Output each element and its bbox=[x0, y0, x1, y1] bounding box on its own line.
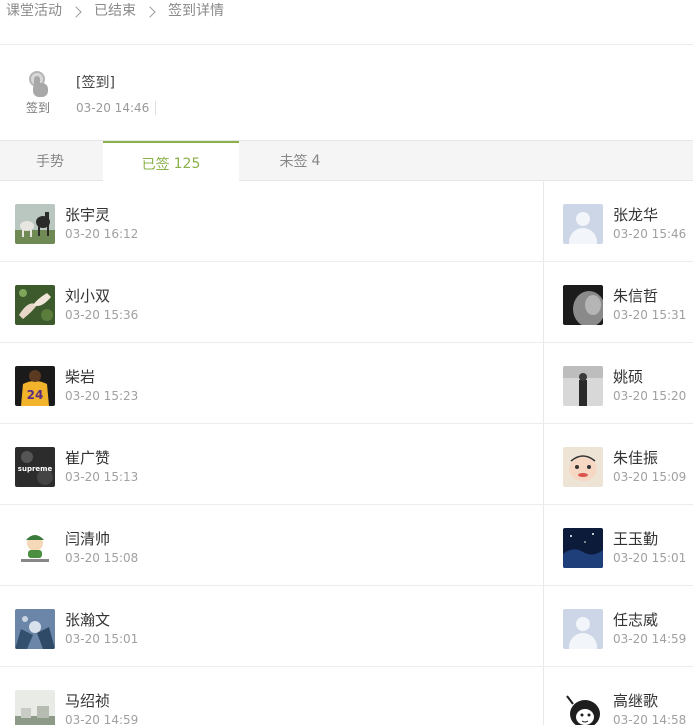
checkin-time: 03-20 14:59 bbox=[613, 632, 687, 646]
avatar bbox=[15, 609, 55, 649]
avatar bbox=[563, 528, 603, 568]
table-row: 张宇灵 03-20 16:12 张龙华 03-20 15:46 bbox=[0, 181, 693, 262]
student-name: 任志威 bbox=[613, 611, 659, 629]
tab-bar: 手势 已签 125 未签 4 bbox=[0, 141, 693, 182]
student-name: 崔广赞 bbox=[65, 449, 111, 467]
checkin-time: 03-20 15:31 bbox=[613, 308, 687, 322]
student-name: 朱佳振 bbox=[613, 449, 659, 467]
avatar: 24 bbox=[15, 366, 55, 406]
activity-time: 03-20 14:46 bbox=[76, 101, 157, 115]
avatar bbox=[15, 528, 55, 568]
tab-gesture[interactable]: 手势 bbox=[0, 141, 100, 181]
default-avatar-icon bbox=[563, 204, 603, 244]
tab-signed-count: 125 bbox=[173, 155, 201, 172]
tap-hand-icon bbox=[28, 71, 50, 97]
student-name: 闫清帅 bbox=[65, 530, 111, 548]
chevron-right-icon bbox=[70, 6, 82, 18]
tab-signed-label: 已签 bbox=[141, 156, 170, 173]
checkin-time: 03-20 15:36 bbox=[65, 308, 139, 322]
avatar bbox=[15, 690, 55, 725]
checkin-time: 03-20 15:08 bbox=[65, 551, 139, 565]
table-row: 马绍祯 03-20 14:59 高继歌 03-20 14:58 bbox=[0, 667, 693, 725]
breadcrumb-classroom-activity[interactable]: 课堂活动 bbox=[6, 2, 62, 20]
signed-student-list: 张宇灵 03-20 16:12 张龙华 03-20 15:46 刘小双 03-20 15:… bbox=[0, 181, 693, 725]
tab-unsigned-count: 4 bbox=[311, 153, 321, 169]
student-name: 王玉勤 bbox=[613, 530, 659, 548]
avatar: supreme bbox=[15, 447, 55, 487]
student-name: 马绍祯 bbox=[65, 692, 111, 710]
avatar bbox=[563, 285, 603, 325]
activity-title: [签到] bbox=[76, 75, 115, 91]
table-row: supreme 崔广赞 03-20 15:13 朱佳振 03-20 15:09 bbox=[0, 424, 693, 505]
table-row: 24 柴岩 03-20 15:23 姚硕 03-20 15:20 bbox=[0, 343, 693, 424]
checkin-time: 03-20 15:01 bbox=[613, 551, 687, 565]
default-avatar-icon bbox=[563, 609, 603, 649]
checkin-time: 03-20 14:58 bbox=[613, 713, 687, 725]
checkin-time: 03-20 15:46 bbox=[613, 227, 687, 241]
activity-type-label: 签到 bbox=[25, 101, 50, 115]
checkin-time: 03-20 15:23 bbox=[65, 389, 139, 403]
checkin-time: 03-20 15:20 bbox=[613, 389, 687, 403]
breadcrumb: 课堂活动 已结束 签到详情 bbox=[0, 0, 693, 45]
checkin-time: 03-20 15:13 bbox=[65, 470, 139, 484]
avatar bbox=[563, 366, 603, 406]
student-name: 姚硕 bbox=[613, 368, 644, 386]
avatar bbox=[563, 690, 603, 725]
tab-unsigned[interactable]: 未签 4 bbox=[239, 141, 361, 181]
chevron-right-icon bbox=[144, 6, 156, 18]
table-row: 张瀚文 03-20 15:01 任志威 03-20 14:59 bbox=[0, 586, 693, 667]
svg-text:supreme: supreme bbox=[18, 465, 53, 473]
breadcrumb-checkin-detail: 签到详情 bbox=[168, 3, 224, 19]
activity-header: 签到 [签到] 03-20 14:46 bbox=[0, 45, 693, 141]
tab-signed[interactable]: 已签 125 bbox=[103, 141, 239, 182]
checkin-time: 03-20 15:09 bbox=[613, 470, 687, 484]
student-name: 张龙华 bbox=[613, 206, 659, 224]
checkin-time: 03-20 14:59 bbox=[65, 713, 139, 725]
breadcrumb-ended[interactable]: 已结束 bbox=[94, 2, 136, 20]
avatar bbox=[15, 204, 55, 244]
student-name: 朱信哲 bbox=[613, 287, 659, 305]
student-name: 张宇灵 bbox=[65, 206, 111, 224]
avatar bbox=[15, 285, 55, 325]
student-name: 刘小双 bbox=[65, 287, 111, 305]
tab-unsigned-label: 未签 bbox=[279, 154, 308, 170]
checkin-time: 03-20 15:01 bbox=[65, 632, 139, 646]
tab-gesture-label: 手势 bbox=[36, 154, 64, 170]
student-name: 高继歌 bbox=[613, 692, 659, 710]
activity-type: 签到 bbox=[24, 71, 54, 116]
table-row: 刘小双 03-20 15:36 朱信哲 03-20 15:31 bbox=[0, 262, 693, 343]
svg-text:24: 24 bbox=[27, 388, 44, 402]
table-row: 闫清帅 03-20 15:08 王玉勤 03-20 15:01 bbox=[0, 505, 693, 586]
student-name: 张瀚文 bbox=[65, 611, 111, 629]
student-name: 柴岩 bbox=[65, 368, 96, 386]
avatar bbox=[563, 447, 603, 487]
checkin-time: 03-20 16:12 bbox=[65, 227, 139, 241]
